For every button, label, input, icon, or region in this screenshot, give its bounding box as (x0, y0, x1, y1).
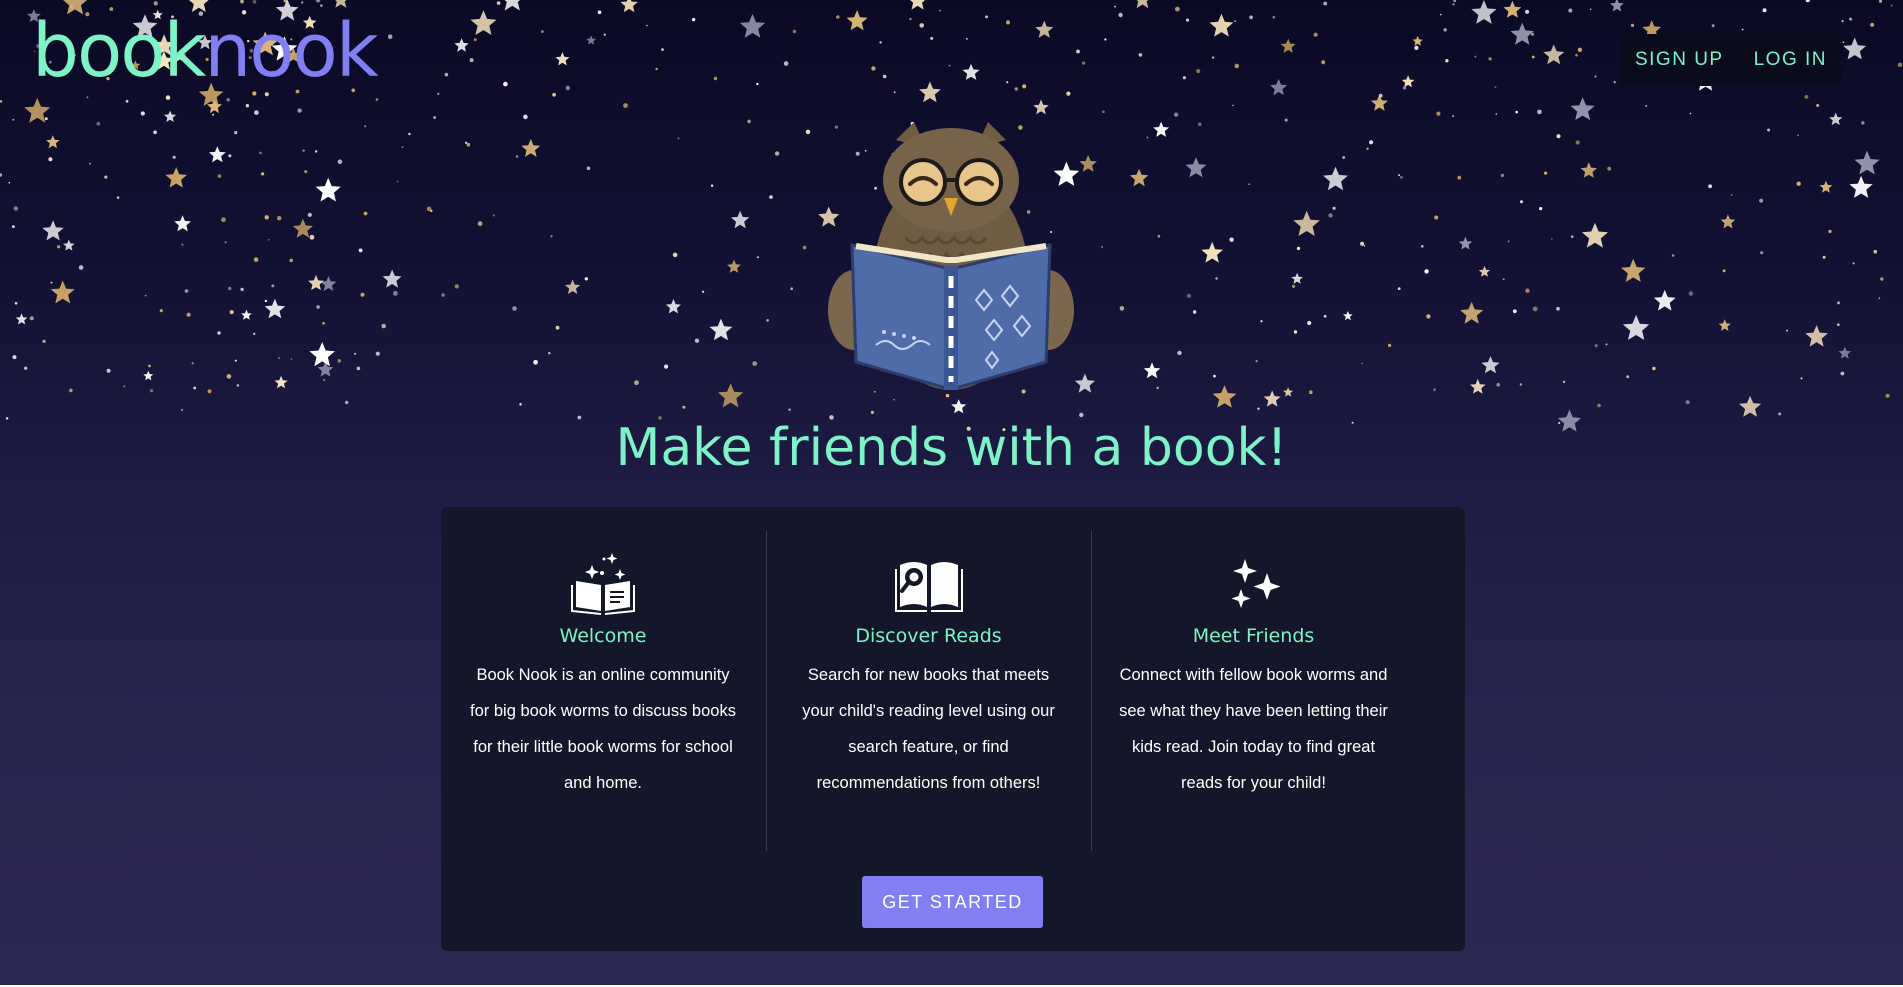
feature-title: Welcome (559, 625, 647, 647)
open-book-sparkle-icon (571, 553, 635, 615)
feature-description: Connect with fellow book worms and see w… (1119, 666, 1388, 792)
booknook-logo[interactable]: booknook (32, 14, 379, 88)
feature-discover-reads: Discover Reads Search for new books that… (766, 531, 1090, 851)
sign-up-link[interactable]: SIGN UP (1635, 49, 1724, 71)
owl-reading-book-illustration (828, 122, 1074, 390)
feature-welcome: Welcome Book Nook is an online community… (441, 531, 765, 851)
get-started-button[interactable]: GET STARTED (862, 876, 1043, 928)
sparkles-icon (1231, 559, 1280, 608)
logo-nook-text: nook (204, 8, 378, 94)
hero-headline: Make friends with a book! (615, 418, 1288, 478)
feature-meet-friends: Meet Friends Connect with fellow book wo… (1091, 531, 1415, 851)
top-nav: SIGN UP LOG IN (1620, 34, 1842, 86)
feature-description: Search for new books that meets your chi… (802, 666, 1055, 792)
feature-title: Discover Reads (855, 625, 1002, 647)
feature-description: Book Nook is an online community for big… (470, 666, 736, 792)
logo-book-text: book (32, 8, 206, 94)
book-search-icon (894, 562, 963, 612)
features-card: Welcome Book Nook is an online community… (441, 507, 1465, 951)
log-in-link[interactable]: LOG IN (1754, 49, 1827, 71)
feature-title: Meet Friends (1192, 625, 1315, 647)
